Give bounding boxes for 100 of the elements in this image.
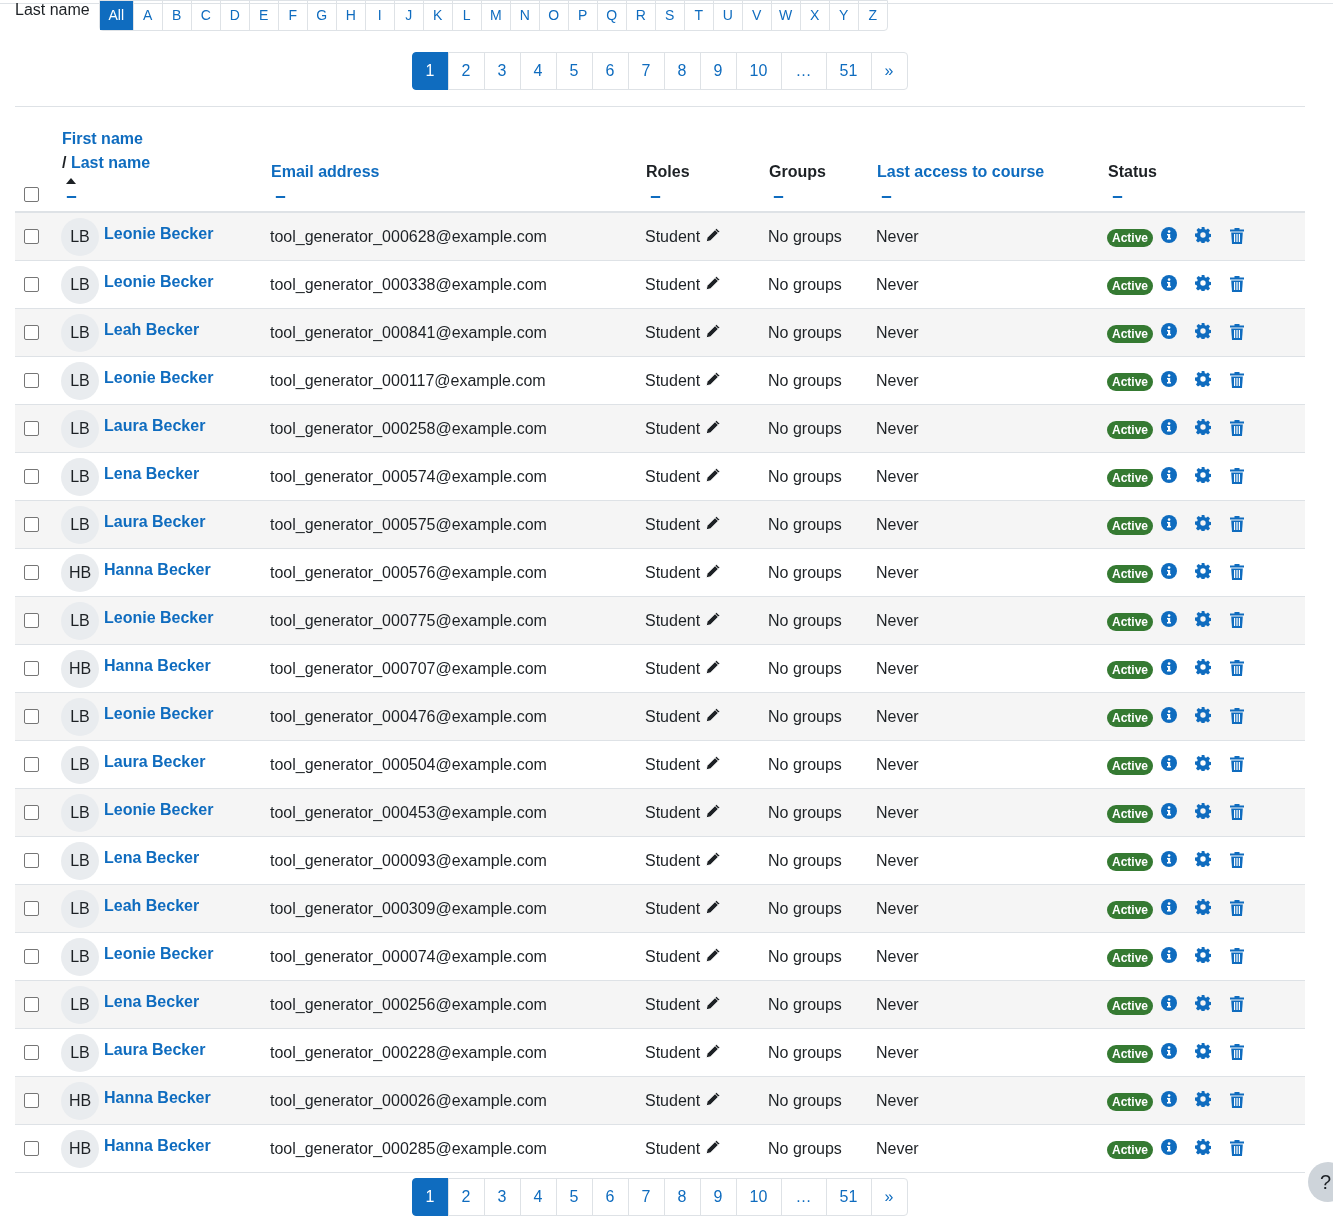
- sort-link[interactable]: First name: [62, 130, 143, 147]
- collapse-minus-icon[interactable]: [649, 196, 662, 198]
- row-checkbox[interactable]: [23, 1045, 39, 1060]
- letter-filter-link[interactable]: F: [277, 1, 307, 30]
- letter-filter-link[interactable]: S: [654, 1, 684, 30]
- pencil-icon[interactable]: [705, 1138, 722, 1155]
- letter-filter-link[interactable]: A: [132, 1, 162, 30]
- sort-link[interactable]: Email address: [271, 163, 380, 180]
- trash-icon[interactable]: [1230, 563, 1245, 580]
- letter-filter-link[interactable]: R: [625, 1, 655, 30]
- row-checkbox[interactable]: [23, 565, 39, 580]
- pencil-icon[interactable]: [705, 514, 722, 531]
- trash-icon[interactable]: [1230, 851, 1245, 868]
- page-link[interactable]: 8: [663, 1178, 701, 1216]
- pencil-icon[interactable]: [705, 1042, 722, 1059]
- row-checkbox[interactable]: [23, 325, 39, 340]
- row-checkbox[interactable]: [23, 805, 39, 820]
- trash-icon[interactable]: [1230, 1043, 1245, 1060]
- user-name-link[interactable]: Leonie Becker: [104, 224, 214, 243]
- user-name-link[interactable]: Lena Becker: [104, 848, 200, 867]
- info-icon[interactable]: [1161, 227, 1178, 243]
- select-all-checkbox[interactable]: [23, 187, 39, 202]
- letter-filter-link[interactable]: All: [99, 1, 133, 30]
- letter-filter-link[interactable]: W: [770, 1, 800, 30]
- collapse-minus-icon[interactable]: [274, 196, 287, 198]
- trash-icon[interactable]: [1230, 995, 1245, 1012]
- info-icon[interactable]: [1161, 371, 1178, 387]
- collapse-minus-icon[interactable]: [1111, 196, 1124, 198]
- settings-gear-icon[interactable]: [1195, 323, 1212, 339]
- collapse-minus-icon[interactable]: [772, 196, 785, 198]
- info-icon[interactable]: [1161, 851, 1178, 867]
- settings-gear-icon[interactable]: [1195, 947, 1212, 963]
- letter-filter-link[interactable]: O: [538, 1, 568, 30]
- info-icon[interactable]: [1161, 419, 1178, 435]
- user-name-link[interactable]: Leah Becker: [104, 320, 200, 339]
- settings-gear-icon[interactable]: [1195, 611, 1212, 627]
- page-link[interactable]: 6: [591, 52, 629, 90]
- page-link[interactable]: 51: [825, 1178, 872, 1216]
- collapse-minus-icon[interactable]: [880, 196, 893, 198]
- user-name-link[interactable]: Hanna Becker: [104, 560, 211, 579]
- page-link[interactable]: 5: [555, 52, 593, 90]
- page-link[interactable]: 3: [483, 52, 521, 90]
- user-name-link[interactable]: Hanna Becker: [104, 656, 211, 675]
- pencil-icon[interactable]: [705, 274, 722, 291]
- user-name-link[interactable]: Leonie Becker: [104, 272, 214, 291]
- pencil-icon[interactable]: [705, 466, 722, 483]
- pencil-icon[interactable]: [705, 754, 722, 771]
- user-name-link[interactable]: Laura Becker: [104, 752, 206, 771]
- info-icon[interactable]: [1161, 1043, 1178, 1059]
- page-link[interactable]: 6: [591, 1178, 629, 1216]
- letter-filter-link[interactable]: X: [799, 1, 829, 30]
- pencil-icon[interactable]: [705, 658, 722, 675]
- settings-gear-icon[interactable]: [1195, 227, 1212, 243]
- page-link[interactable]: 2: [447, 1178, 485, 1216]
- page-link[interactable]: 4: [519, 1178, 557, 1216]
- row-checkbox[interactable]: [23, 421, 39, 436]
- row-checkbox[interactable]: [23, 709, 39, 724]
- info-icon[interactable]: [1161, 1139, 1178, 1155]
- pencil-icon[interactable]: [705, 226, 722, 243]
- page-link[interactable]: 7: [627, 1178, 665, 1216]
- settings-gear-icon[interactable]: [1195, 419, 1212, 435]
- letter-filter-link[interactable]: G: [306, 1, 336, 30]
- letter-filter-link[interactable]: V: [741, 1, 771, 30]
- row-checkbox[interactable]: [23, 469, 39, 484]
- pencil-icon[interactable]: [705, 946, 722, 963]
- letter-filter-link[interactable]: Z: [857, 1, 887, 30]
- letter-filter-link[interactable]: K: [422, 1, 452, 30]
- settings-gear-icon[interactable]: [1195, 755, 1212, 771]
- row-checkbox[interactable]: [23, 1093, 39, 1108]
- info-icon[interactable]: [1161, 611, 1178, 627]
- letter-filter-link[interactable]: N: [509, 1, 539, 30]
- info-icon[interactable]: [1161, 899, 1178, 915]
- user-name-link[interactable]: Leonie Becker: [104, 368, 214, 387]
- settings-gear-icon[interactable]: [1195, 803, 1212, 819]
- settings-gear-icon[interactable]: [1195, 467, 1212, 483]
- letter-filter-link[interactable]: Q: [596, 1, 626, 30]
- trash-icon[interactable]: [1230, 371, 1245, 388]
- collapse-minus-icon[interactable]: [65, 196, 78, 198]
- user-name-link[interactable]: Laura Becker: [104, 512, 206, 531]
- user-name-link[interactable]: Leonie Becker: [104, 608, 214, 627]
- settings-gear-icon[interactable]: [1195, 899, 1212, 915]
- row-checkbox[interactable]: [23, 229, 39, 244]
- row-checkbox[interactable]: [23, 661, 39, 676]
- pencil-icon[interactable]: [705, 370, 722, 387]
- settings-gear-icon[interactable]: [1195, 851, 1212, 867]
- user-name-link[interactable]: Hanna Becker: [104, 1136, 211, 1155]
- page-link[interactable]: »: [870, 1178, 908, 1216]
- letter-filter-link[interactable]: H: [335, 1, 365, 30]
- page-link[interactable]: 1: [411, 52, 449, 90]
- info-icon[interactable]: [1161, 515, 1178, 531]
- info-icon[interactable]: [1161, 563, 1178, 579]
- trash-icon[interactable]: [1230, 707, 1245, 724]
- pencil-icon[interactable]: [705, 418, 722, 435]
- info-icon[interactable]: [1161, 995, 1178, 1011]
- trash-icon[interactable]: [1230, 611, 1245, 628]
- row-checkbox[interactable]: [23, 373, 39, 388]
- row-checkbox[interactable]: [23, 1141, 39, 1156]
- page-link[interactable]: …: [780, 1178, 827, 1216]
- page-link[interactable]: 9: [699, 52, 737, 90]
- trash-icon[interactable]: [1230, 323, 1245, 340]
